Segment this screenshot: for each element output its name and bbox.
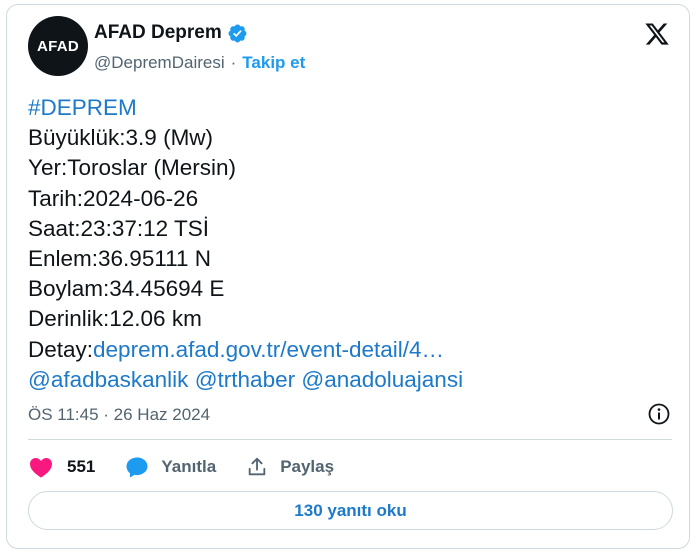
tweet-text: #DEPREM Büyüklük:3.9 (Mw) Yer:Toroslar (… bbox=[28, 93, 463, 395]
author-name[interactable]: AFAD Deprem bbox=[94, 22, 222, 44]
tweet-card: AFAD AFAD Deprem @DepremDairesi · Takip … bbox=[6, 4, 690, 549]
author-handle[interactable]: @DepremDairesi bbox=[94, 53, 225, 73]
tweet-line: Enlem:36.95111 N bbox=[28, 246, 212, 272]
detail-label: Detay: bbox=[28, 336, 94, 362]
tweet-line: Tarih:2024-06-26 bbox=[28, 185, 199, 211]
follow-button[interactable]: Takip et bbox=[242, 53, 305, 73]
tweet-timestamp[interactable]: ÖS 11:45 · 26 Haz 2024 bbox=[28, 405, 210, 425]
read-replies-button[interactable]: 130 yanıtı oku bbox=[28, 491, 673, 530]
like-button[interactable]: 551 bbox=[29, 456, 95, 478]
tweet-line: Boylam:34.45694 E bbox=[28, 276, 225, 302]
share-button[interactable]: Paylaş bbox=[246, 456, 334, 478]
hashtag-link[interactable]: #DEPREM bbox=[28, 95, 137, 120]
reply-button[interactable]: Yanıtla bbox=[125, 455, 216, 479]
share-icon bbox=[248, 457, 266, 476]
reply-bubble-icon bbox=[126, 457, 148, 478]
verified-badge-icon bbox=[228, 24, 247, 42]
tweet-line: Saat:23:37:12 TSİ bbox=[28, 215, 209, 241]
separator-dot: · bbox=[230, 53, 237, 72]
heart-icon bbox=[30, 458, 52, 478]
author-name-row: AFAD Deprem bbox=[94, 22, 248, 44]
info-icon[interactable] bbox=[647, 402, 671, 426]
avatar-text: AFAD bbox=[36, 37, 80, 55]
divider bbox=[28, 439, 672, 440]
detail-link[interactable]: deprem.afad.gov.tr/event-detail/4… bbox=[93, 337, 444, 362]
tweet-line: Derinlik:12.06 km bbox=[28, 306, 202, 332]
tweet-line: Büyüklük:3.9 (Mw) bbox=[28, 125, 214, 151]
like-count: 551 bbox=[67, 457, 96, 476]
avatar[interactable]: AFAD bbox=[28, 16, 88, 76]
reply-label: Yanıtla bbox=[161, 457, 217, 476]
mention-link[interactable]: @trthaber bbox=[195, 367, 295, 392]
mention-link[interactable]: @anadoluajansi bbox=[301, 367, 463, 392]
mention-link[interactable]: @afadbaskanlik bbox=[28, 367, 188, 392]
author-handle-row: @DepremDairesi · Takip et bbox=[94, 53, 305, 73]
tweet-line: Yer:Toroslar (Mersin) bbox=[28, 155, 236, 181]
share-label: Paylaş bbox=[280, 457, 335, 476]
action-bar: 551 Yanıtla Paylaş bbox=[29, 453, 364, 481]
x-logo-icon[interactable] bbox=[643, 21, 671, 47]
